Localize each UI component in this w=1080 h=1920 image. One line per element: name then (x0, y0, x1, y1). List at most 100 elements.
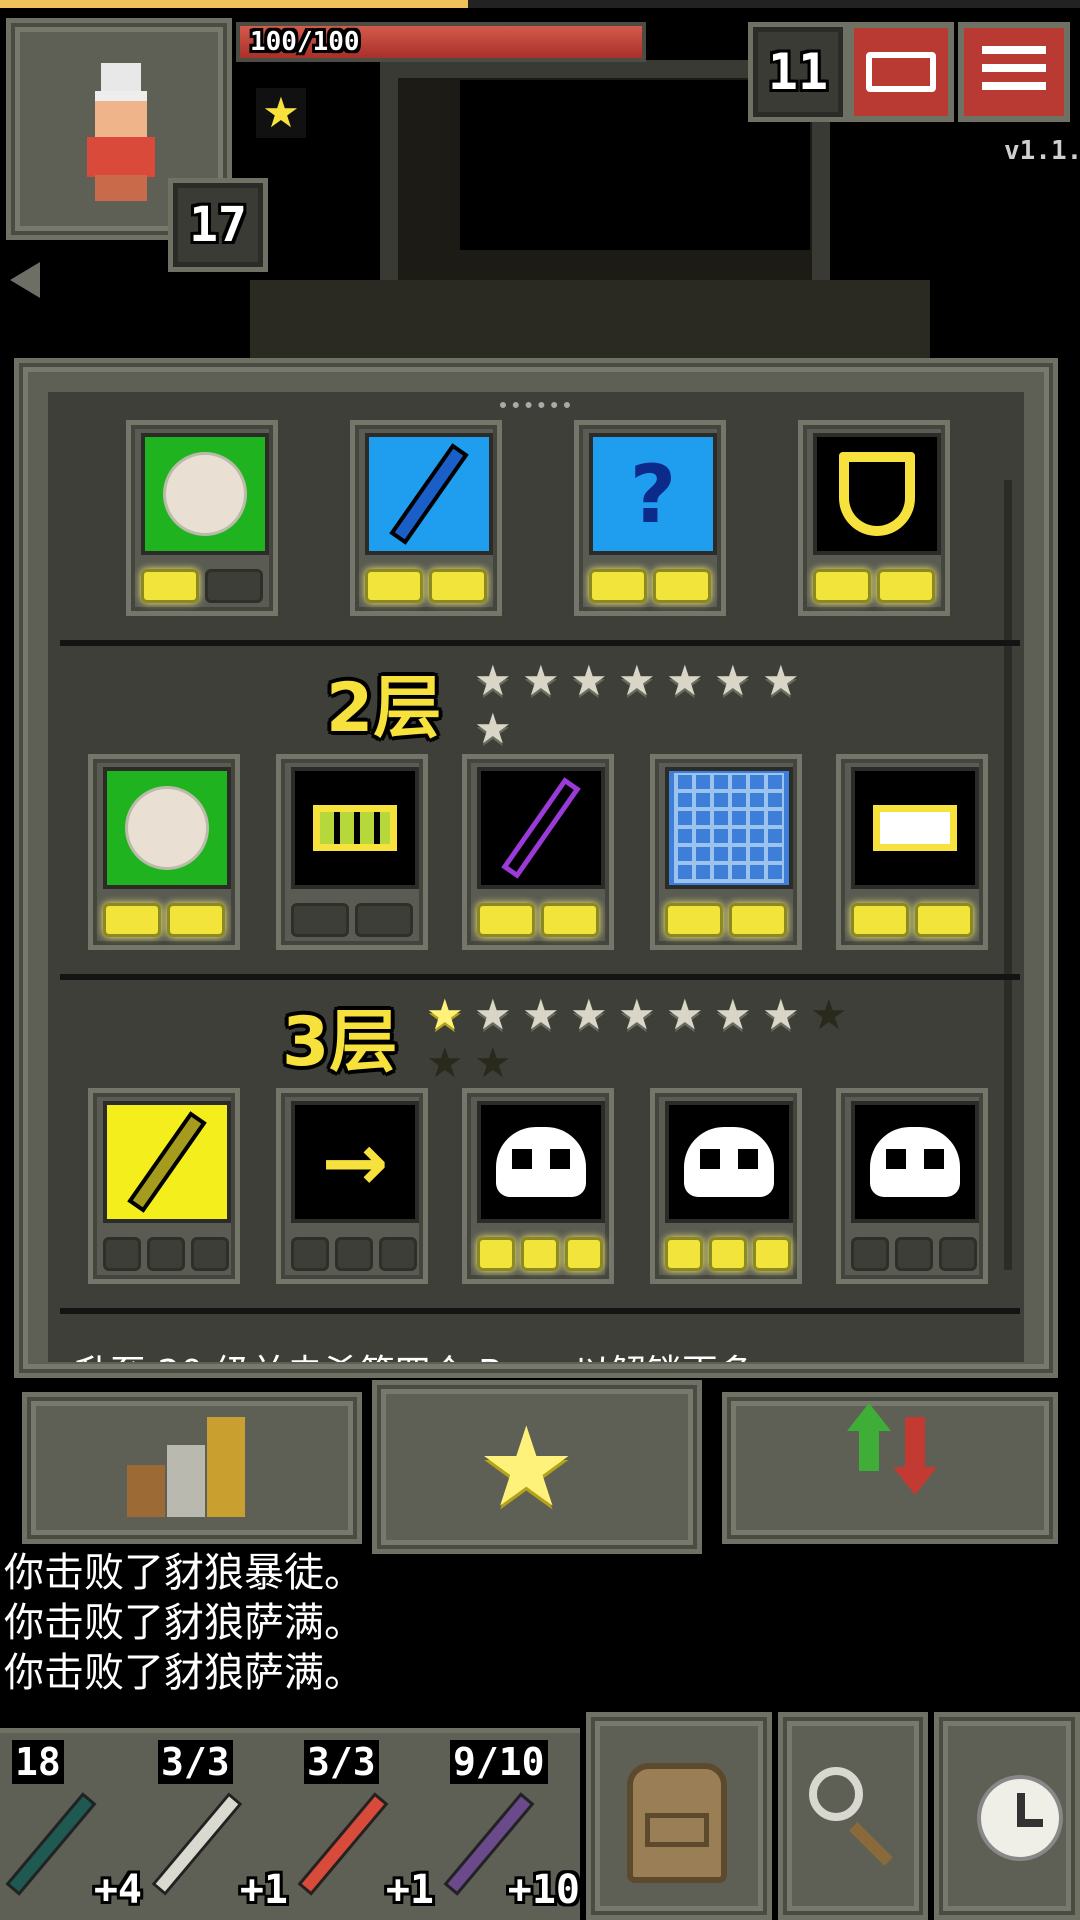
back-arrow-icon[interactable] (10, 262, 40, 298)
search-journal-icon (866, 52, 936, 92)
tab-stats[interactable] (22, 1392, 362, 1544)
talent-icon-frame: → (291, 1101, 419, 1223)
tier3-star: ★ (570, 990, 608, 1039)
talent-icon-frame (665, 1101, 793, 1223)
journal-button[interactable] (848, 22, 954, 122)
wand-identify-icon (369, 437, 489, 551)
tier2-talent-2[interactable] (276, 754, 428, 950)
talent-point-filled (429, 569, 487, 603)
talent-points (291, 903, 413, 937)
tier-divider-1 (60, 640, 1020, 646)
talent-icon-frame (141, 433, 269, 555)
menu-icon (982, 46, 1046, 54)
tier3-star: ★ (522, 990, 560, 1039)
talent-point-filled (541, 903, 599, 937)
skull-heart-icon (855, 1105, 975, 1219)
rope-icon (5, 1792, 97, 1896)
talent-point-filled (851, 903, 909, 937)
talent-icon-frame (477, 1101, 605, 1223)
hero-sprite (81, 63, 161, 203)
talent-point-empty (147, 1237, 185, 1271)
talent-point-filled (365, 569, 423, 603)
unknown-item-icon: ? (629, 447, 677, 541)
talent-point-filled (709, 1237, 747, 1271)
quickslot-4[interactable]: 9/10 +10 (443, 1740, 584, 1915)
tier3-talent-5[interactable] (836, 1088, 988, 1284)
tier3-talent-2[interactable]: → (276, 1088, 428, 1284)
tier3-talent-3[interactable] (462, 1088, 614, 1284)
talent-point-filled (477, 1237, 515, 1271)
talent-point-empty (851, 1237, 889, 1271)
quickslot-2[interactable]: 3/3 +1 (151, 1740, 292, 1915)
quickslot-bonus: +4 (93, 1867, 142, 1913)
search-icon (809, 1767, 863, 1821)
tier3-star: ★ (474, 990, 512, 1039)
talent-points (477, 1237, 603, 1271)
food-recharge-icon (107, 771, 227, 885)
tier-divider-2 (60, 974, 1020, 980)
talent-point-empty (205, 569, 263, 603)
search-button[interactable] (778, 1712, 928, 1920)
tab-buffs[interactable] (722, 1392, 1058, 1544)
tier2-star: ★ (570, 656, 608, 705)
game-log-line: 你击败了豺狼萨满。 (4, 1600, 364, 1646)
hp-text: 100/100 (250, 27, 360, 57)
talent-point-filled (665, 1237, 703, 1271)
talent-point-filled (477, 903, 535, 937)
tab-talents[interactable]: ★ (372, 1380, 702, 1554)
talent-point-filled (813, 569, 871, 603)
talent-point-filled (521, 1237, 559, 1271)
talent-points (813, 569, 935, 603)
talent-point-empty (291, 903, 349, 937)
tier2-star: ★ (474, 656, 512, 705)
backpack-button[interactable] (586, 1712, 772, 1920)
depth-value: 11 (767, 43, 829, 101)
tier3-star: ★ (426, 990, 464, 1039)
buff-star-icon[interactable]: ★ (256, 88, 306, 138)
talent-point-filled (103, 903, 161, 937)
quickslot-1[interactable]: 18 +4 (5, 1740, 146, 1915)
quickslot-bonus: +1 (239, 1867, 288, 1913)
tier3-talent-1[interactable] (88, 1088, 240, 1284)
quickslot-count: 9/10 (450, 1740, 548, 1784)
empty-battery-icon (855, 771, 975, 885)
talent-point-filled (141, 569, 199, 603)
talent-points (141, 569, 263, 603)
talent-point-filled (653, 569, 711, 603)
tier1-talent-2[interactable] (350, 420, 502, 616)
talent-icon-frame (851, 767, 979, 889)
tier3-star: ★ (666, 990, 704, 1039)
menu-button[interactable] (958, 22, 1070, 122)
tier3-talent-4[interactable] (650, 1088, 802, 1284)
skull-food-icon (481, 1105, 601, 1219)
tier3-star: ★ (474, 1038, 512, 1087)
talent-point-filled (589, 569, 647, 603)
talent-points (589, 569, 711, 603)
talent-icon-frame (813, 433, 941, 555)
drag-handle-icon[interactable] (500, 402, 570, 410)
hp-bar: 100/100 (236, 22, 646, 62)
tier3-star: ★ (426, 1038, 464, 1087)
tier1-talent-1[interactable] (126, 420, 278, 616)
tier3-star: ★ (810, 990, 848, 1039)
tier3-star: ★ (762, 990, 800, 1039)
tier2-star: ★ (714, 656, 752, 705)
quickslot-3[interactable]: 3/3 +1 (297, 1740, 438, 1915)
tier1-talent-3[interactable]: ? (574, 420, 726, 616)
talent-icon-frame (291, 767, 419, 889)
depth-indicator[interactable]: 11 (748, 22, 848, 122)
shield-icon (817, 437, 937, 551)
talent-points (477, 903, 599, 937)
tier1-talent-4[interactable] (798, 420, 950, 616)
star-tab-icon: ★ (477, 1403, 576, 1531)
talent-point-empty (103, 1237, 141, 1271)
tier3-star: ★ (618, 990, 656, 1039)
talent-point-empty (191, 1237, 229, 1271)
skull-upgrade-icon (669, 1105, 789, 1219)
scrollbar[interactable] (1004, 480, 1012, 1270)
tier2-talent-3[interactable] (462, 754, 614, 950)
tier2-talent-1[interactable] (88, 754, 240, 950)
wait-button[interactable] (934, 1712, 1080, 1920)
tier2-talent-5[interactable] (836, 754, 988, 950)
tier2-talent-4[interactable] (650, 754, 802, 950)
